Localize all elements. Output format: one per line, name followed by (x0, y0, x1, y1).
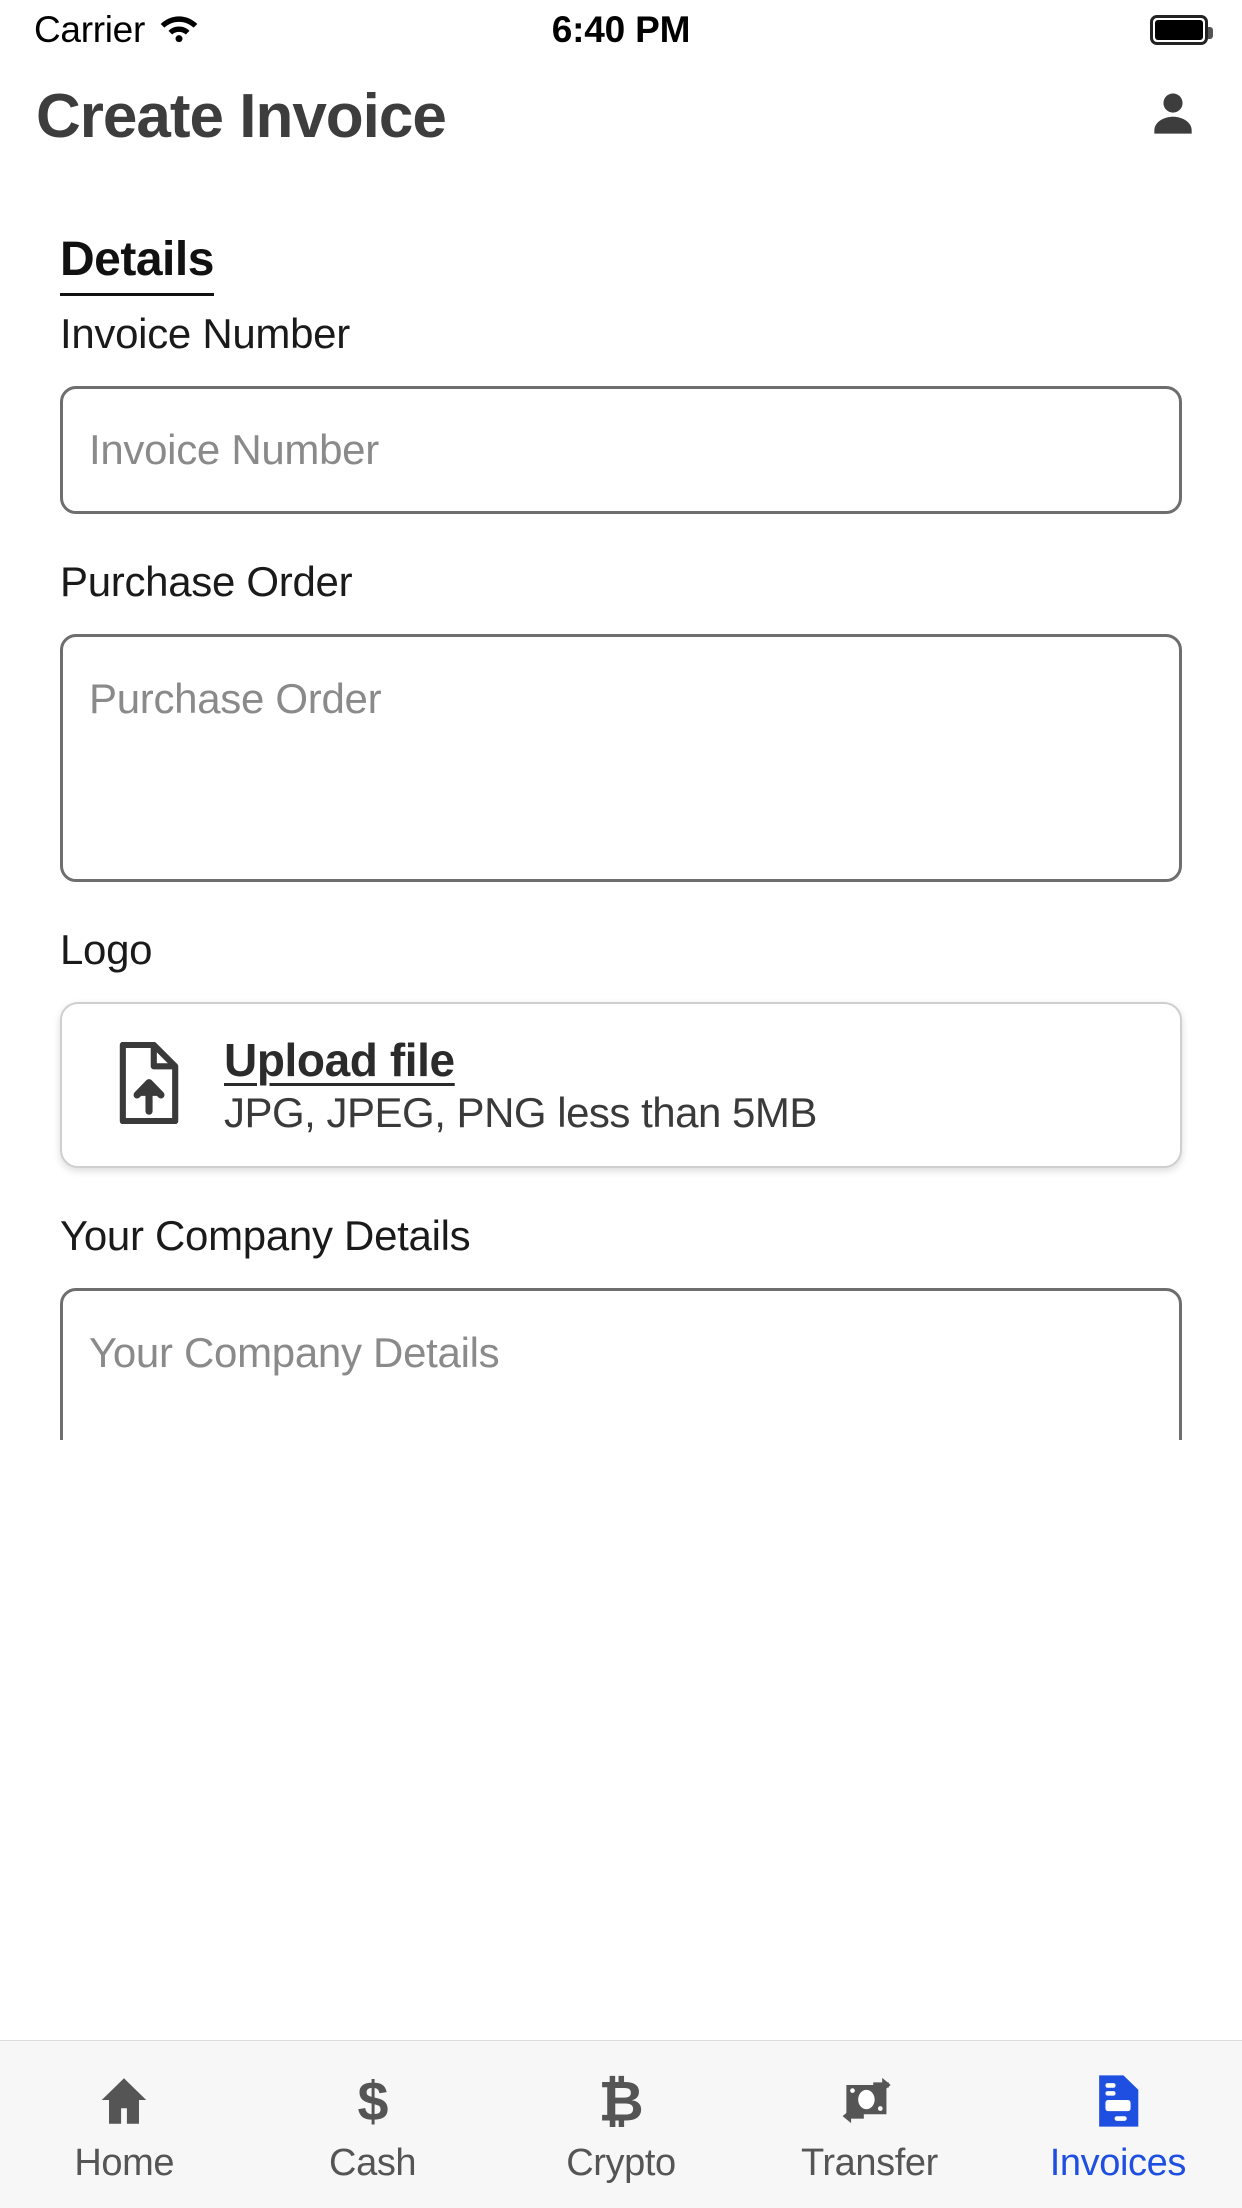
tab-details[interactable]: Details (60, 232, 214, 296)
status-bar-left: Carrier (34, 9, 621, 51)
person-icon (1145, 86, 1201, 147)
invoice-form: Invoice Number Invoice Number Purchase O… (0, 310, 1242, 1440)
field-purchase-order: Purchase Order Purchase Order (60, 558, 1182, 882)
input-purchase-order[interactable]: Purchase Order (60, 634, 1182, 882)
status-bar: Carrier 6:40 PM (0, 0, 1242, 60)
page-header: Create Invoice (0, 62, 1242, 170)
upload-file-link[interactable]: Upload file (224, 1033, 817, 1087)
field-company-details: Your Company Details Your Company Detail… (60, 1212, 1182, 1440)
file-upload-icon (114, 1041, 182, 1129)
field-logo: Logo Upload file JPG, JPEG, PNG less tha… (60, 926, 1182, 1168)
section-tabs: Details (0, 232, 1242, 296)
nav-item-home[interactable]: Home (0, 2041, 248, 2208)
label-company-details: Your Company Details (60, 1212, 471, 1259)
svg-text:$: $ (357, 2072, 388, 2130)
money-transfer-icon (836, 2068, 902, 2134)
nav-label-crypto: Crypto (566, 2141, 676, 2184)
input-company-details[interactable]: Your Company Details (60, 1288, 1182, 1440)
nav-label-home: Home (74, 2141, 175, 2184)
page-title: Create Invoice (36, 81, 447, 151)
field-invoice-number: Invoice Number Invoice Number (60, 310, 1182, 514)
input-invoice-number[interactable]: Invoice Number (60, 386, 1182, 514)
invoice-document-icon (1089, 2068, 1147, 2134)
dollar-icon: $ (344, 2068, 402, 2134)
battery-fill (1155, 20, 1203, 40)
nav-label-invoices: Invoices (1049, 2141, 1187, 2184)
nav-label-transfer: Transfer (800, 2141, 938, 2184)
upload-file-card[interactable]: Upload file JPG, JPEG, PNG less than 5MB (60, 1002, 1182, 1168)
nav-item-cash[interactable]: $ Cash (248, 2041, 496, 2208)
bottom-navigation: Home $ Cash ₿ Crypto Transfer Invoices (0, 2040, 1242, 2208)
upload-file-hint: JPG, JPEG, PNG less than 5MB (224, 1089, 817, 1136)
label-purchase-order: Purchase Order (60, 558, 353, 605)
upload-card-text: Upload file JPG, JPEG, PNG less than 5MB (224, 1033, 817, 1137)
svg-text:₿: ₿ (598, 2072, 643, 2130)
account-button[interactable] (1142, 85, 1204, 147)
nav-item-crypto[interactable]: ₿ Crypto (497, 2041, 745, 2208)
home-icon (95, 2068, 153, 2134)
app-screen: Carrier 6:40 PM Create Invoice Details I… (0, 0, 1242, 2208)
bitcoin-icon: ₿ (592, 2068, 650, 2134)
label-logo: Logo (60, 926, 153, 973)
nav-item-invoices[interactable]: Invoices (994, 2041, 1242, 2208)
carrier-label: Carrier (34, 9, 145, 50)
wifi-icon (159, 13, 199, 48)
nav-label-cash: Cash (329, 2141, 417, 2184)
battery-full-icon (1150, 15, 1213, 45)
label-invoice-number: Invoice Number (60, 310, 350, 357)
nav-item-transfer[interactable]: Transfer (745, 2041, 993, 2208)
status-bar-right (621, 15, 1213, 45)
